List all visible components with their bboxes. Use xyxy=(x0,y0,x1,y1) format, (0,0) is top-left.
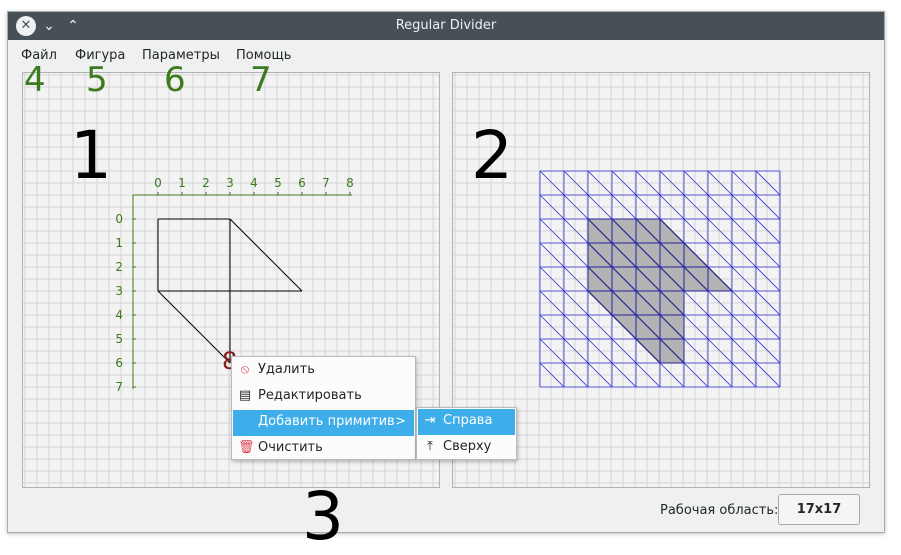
x-tick-label: 5 xyxy=(274,176,282,190)
work-area-label: Рабочая область: xyxy=(660,503,779,518)
forbidden-icon: ⦸ xyxy=(240,362,250,377)
x-tick-label: 0 xyxy=(154,176,162,190)
submenu-top[interactable]: ⤒ Сверху xyxy=(418,435,515,461)
window-title: Regular Divider xyxy=(395,18,497,33)
submenu-right-label: Справа xyxy=(443,413,493,428)
title-bar[interactable]: ✕ ⌄ ⌃ Regular Divider xyxy=(8,12,884,40)
align-right-icon: ⇥ xyxy=(424,413,436,428)
trash-icon: 🗑 xyxy=(238,440,255,455)
submenu: ⇥ Справа ⤒ Сверху xyxy=(416,407,517,460)
annotation-1: 1 xyxy=(70,117,112,194)
y-tick-label: 5 xyxy=(115,332,123,346)
ctx-edit[interactable]: ▤ Редактировать xyxy=(233,384,414,410)
align-top-icon: ⤒ xyxy=(427,439,433,454)
editor-shape xyxy=(157,218,303,364)
y-tick-label: 2 xyxy=(115,260,123,274)
annotation-5: 5 xyxy=(86,60,108,100)
x-tick-label: 6 xyxy=(298,176,306,190)
result-triangle-grid xyxy=(539,170,781,388)
edit-list-icon: ▤ xyxy=(238,388,252,403)
x-tick-label: 1 xyxy=(178,176,186,190)
y-tick-label: 1 xyxy=(115,236,123,250)
y-tick-label: 3 xyxy=(115,284,123,298)
y-tick-label: 6 xyxy=(115,356,123,370)
annotation-3: 3 xyxy=(302,478,344,555)
x-tick-label: 7 xyxy=(322,176,330,190)
ctx-clear-label: Очистить xyxy=(258,440,323,455)
annotation-4: 4 xyxy=(24,60,46,100)
annotation-7: 7 xyxy=(250,60,272,100)
y-tick-label: 4 xyxy=(115,308,123,322)
ctx-delete[interactable]: ⦸ Удалить xyxy=(233,358,414,384)
context-menu: ⦸ Удалить ▤ Редактировать Добавить прими… xyxy=(231,356,416,460)
x-tick-label: 2 xyxy=(202,176,210,190)
ctx-add-primitive-label: Добавить примитив xyxy=(258,414,395,429)
work-area-button[interactable]: 17x17 xyxy=(778,494,860,525)
x-tick-label: 4 xyxy=(250,176,258,190)
menu-bar: Файл Фигура Параметры Помощь xyxy=(8,40,884,70)
ctx-delete-label: Удалить xyxy=(258,362,315,377)
y-tick-label: 7 xyxy=(115,380,123,394)
annotation-2: 2 xyxy=(471,117,513,194)
ctx-edit-label: Редактировать xyxy=(258,388,362,403)
x-tick-label: 3 xyxy=(226,176,234,190)
ctx-add-primitive[interactable]: Добавить примитив > xyxy=(233,410,414,436)
submenu-top-label: Сверху xyxy=(443,439,492,454)
chevron-right-icon: > xyxy=(395,414,406,429)
x-tick-label: 8 xyxy=(346,176,354,190)
y-tick-label: 0 xyxy=(115,212,123,226)
ctx-clear[interactable]: 🗑 Очистить xyxy=(233,436,414,462)
annotation-6: 6 xyxy=(164,60,186,100)
submenu-right[interactable]: ⇥ Справа xyxy=(418,409,515,435)
